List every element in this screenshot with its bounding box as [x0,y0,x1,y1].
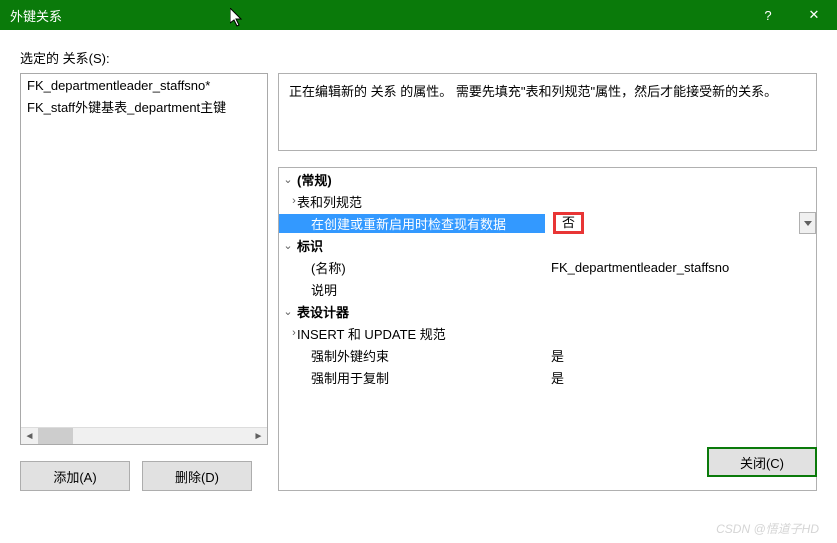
highlighted-value: 否 [553,212,584,234]
list-item[interactable]: FK_staff外键基表_department主键 [21,95,267,118]
prop-table-col-spec[interactable]: 表和列规范 [297,192,362,211]
prop-value[interactable]: 是 [545,346,816,365]
prop-value[interactable]: 是 [545,368,816,387]
prop-row-desc[interactable]: 说明 [279,278,816,300]
prop-name: 强制外键约束 [279,346,545,365]
category-designer[interactable]: 表设计器 [297,302,349,321]
titlebar: 外键关系 ? ✕ [0,0,837,30]
horizontal-scrollbar[interactable]: ◄ ► [21,427,267,444]
chevron-down-icon[interactable] [799,212,816,234]
scroll-left-button[interactable]: ◄ [21,428,38,445]
category-identity[interactable]: 标识 [297,236,323,255]
prop-name: 强制用于复制 [279,368,545,387]
category-general[interactable]: (常规) [297,170,332,189]
prop-row-enforce-repl[interactable]: 强制用于复制 是 [279,366,816,388]
prop-value-dropdown[interactable]: 否 [545,212,816,234]
relations-listbox[interactable]: FK_departmentleader_staffsno* FK_staff外键… [20,73,268,445]
close-window-button[interactable]: ✕ [791,0,837,30]
watermark: CSDN @悟道子HD [716,520,819,537]
scroll-right-button[interactable]: ► [250,428,267,445]
add-button[interactable]: 添加(A) [20,461,130,491]
chevron-down-icon[interactable]: ⌄ [279,305,297,318]
delete-button[interactable]: 删除(D) [142,461,252,491]
property-grid[interactable]: ⌄ (常规) › 表和列规范 在创建或重新启用时检查现有数据 否 ⌄ 标识 [278,167,817,491]
close-button[interactable]: 关闭(C) [707,447,817,477]
help-button[interactable]: ? [745,0,791,30]
prop-row-enforce-fk[interactable]: 强制外键约束 是 [279,344,816,366]
selected-relations-label: 选定的 关系(S): [20,48,817,67]
prop-row-check-existing[interactable]: 在创建或重新启用时检查现有数据 否 [279,212,816,234]
window-title: 外键关系 [10,6,745,25]
prop-name: (名称) [279,258,545,277]
prop-insert-update[interactable]: INSERT 和 UPDATE 规范 [297,324,446,343]
chevron-right-icon[interactable]: › [279,327,297,339]
prop-name: 在创建或重新启用时检查现有数据 [279,214,545,233]
chevron-right-icon[interactable]: › [279,195,297,207]
description-box: 正在编辑新的 关系 的属性。 需要先填充"表和列规范"属性，然后才能接受新的关系… [278,73,817,151]
prop-name: 说明 [279,280,545,299]
chevron-down-icon[interactable]: ⌄ [279,239,297,252]
scroll-thumb[interactable] [38,428,73,445]
list-item[interactable]: FK_departmentleader_staffsno* [21,76,267,95]
chevron-down-icon[interactable]: ⌄ [279,173,297,186]
prop-row-name[interactable]: (名称) FK_departmentleader_staffsno [279,256,816,278]
prop-value[interactable]: FK_departmentleader_staffsno [545,260,816,275]
